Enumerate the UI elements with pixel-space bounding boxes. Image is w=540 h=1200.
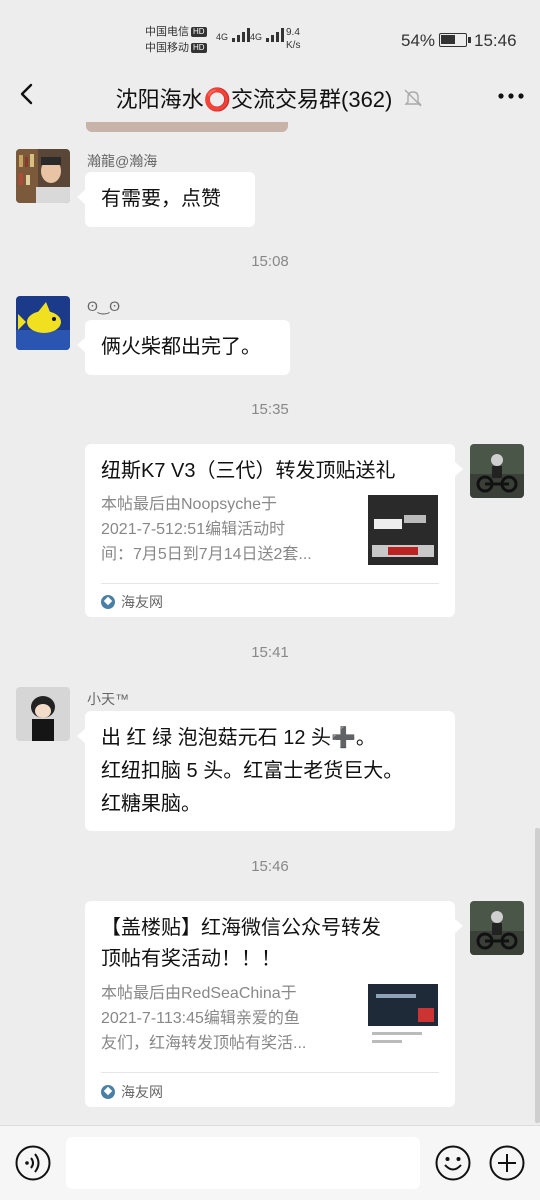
avatar[interactable] bbox=[16, 687, 70, 741]
plus-icon[interactable] bbox=[488, 1144, 526, 1182]
hd-badge-1: HD bbox=[191, 27, 207, 38]
hd-badge-2: HD bbox=[191, 43, 207, 54]
signal-icon-1: 4G bbox=[216, 28, 251, 42]
card-thumbnail bbox=[368, 495, 438, 565]
status-bar: 中国电信 HD 中国移动 HD 4G 4G 9.4 K/s 54% 15:46 bbox=[0, 0, 540, 70]
avatar[interactable] bbox=[16, 296, 70, 350]
input-bar bbox=[0, 1125, 540, 1200]
bell-off-icon bbox=[404, 89, 423, 107]
network-speed: 9.4 K/s bbox=[286, 27, 301, 51]
timestamp: 15:08 bbox=[251, 253, 289, 270]
link-card[interactable]: 纽斯K7 V3（三代）转发顶贴送礼 本帖最后由Noopsyche于 2021-7… bbox=[85, 444, 463, 617]
avatar-self[interactable] bbox=[470, 901, 524, 955]
message-bubble[interactable]: 有需要，点赞 bbox=[77, 172, 255, 227]
card-divider bbox=[101, 583, 439, 584]
carrier-info: 中国电信 HD 中国移动 HD bbox=[145, 24, 207, 56]
card-title: 【盖楼贴】红海微信公众号转发 顶帖有奖活动！！！ bbox=[101, 917, 381, 970]
message-bubble[interactable]: 俩火柴都出完了。 bbox=[77, 320, 290, 375]
chat-scrollbar[interactable] bbox=[535, 828, 540, 1123]
sender-name: 瀚龍@瀚海 bbox=[87, 153, 158, 169]
chat-header: 沈阳海水⭕交流交易群(362) bbox=[0, 70, 540, 122]
chat-area[interactable]: 瀚龍@瀚海 有需要，点赞 15:08 ʘ‿ʘ 俩火柴都出完了。 15:35 纽斯… bbox=[0, 122, 540, 1125]
sender-name: ʘ‿ʘ bbox=[87, 298, 121, 314]
group-name: 沈阳海水⭕交流交易群(362) bbox=[115, 87, 393, 112]
card-divider bbox=[101, 1072, 439, 1073]
link-card[interactable]: 【盖楼贴】红海微信公众号转发 顶帖有奖活动！！！ 本帖最后由RedSeaChin… bbox=[85, 901, 463, 1107]
message-bubble[interactable]: 出 红 绿 泡泡菇元石 12 头➕。 红纽扣脑 5 头。红富士老货巨大。 红糖果… bbox=[77, 711, 455, 831]
card-source: 海友网 bbox=[101, 592, 163, 612]
previous-message-image[interactable] bbox=[86, 122, 288, 132]
source-logo-icon bbox=[101, 595, 115, 609]
chat-title: 沈阳海水⭕交流交易群(362) bbox=[0, 82, 540, 114]
avatar-self[interactable] bbox=[470, 444, 524, 498]
voice-icon[interactable] bbox=[14, 1144, 52, 1182]
card-thumbnail bbox=[368, 984, 438, 1054]
sender-name: 小天™ bbox=[87, 691, 129, 707]
source-logo-icon bbox=[101, 1085, 115, 1099]
message-input[interactable] bbox=[66, 1137, 420, 1189]
card-description: 本帖最后由RedSeaChina于 2021-7-113:45编辑亲爱的鱼 友们… bbox=[101, 985, 307, 1052]
signal-icon-2: 4G bbox=[250, 28, 285, 42]
timestamp: 15:46 bbox=[251, 858, 289, 875]
more-dots-icon[interactable] bbox=[496, 84, 526, 108]
carrier-1: 中国电信 bbox=[145, 26, 189, 38]
timestamp: 15:41 bbox=[251, 644, 289, 661]
emoji-icon[interactable] bbox=[434, 1144, 472, 1182]
card-source: 海友网 bbox=[101, 1082, 163, 1102]
battery-icon bbox=[439, 33, 471, 47]
avatar[interactable] bbox=[16, 149, 70, 203]
clock: 15:46 bbox=[474, 31, 517, 50]
card-description: 本帖最后由Noopsyche于 2021-7-512:51编辑活动时 间：7月5… bbox=[101, 496, 312, 563]
carrier-2: 中国移动 bbox=[145, 42, 189, 54]
timestamp: 15:35 bbox=[251, 401, 289, 418]
battery-percent: 54% bbox=[401, 31, 436, 50]
card-title: 纽斯K7 V3（三代）转发顶贴送礼 bbox=[101, 460, 396, 482]
